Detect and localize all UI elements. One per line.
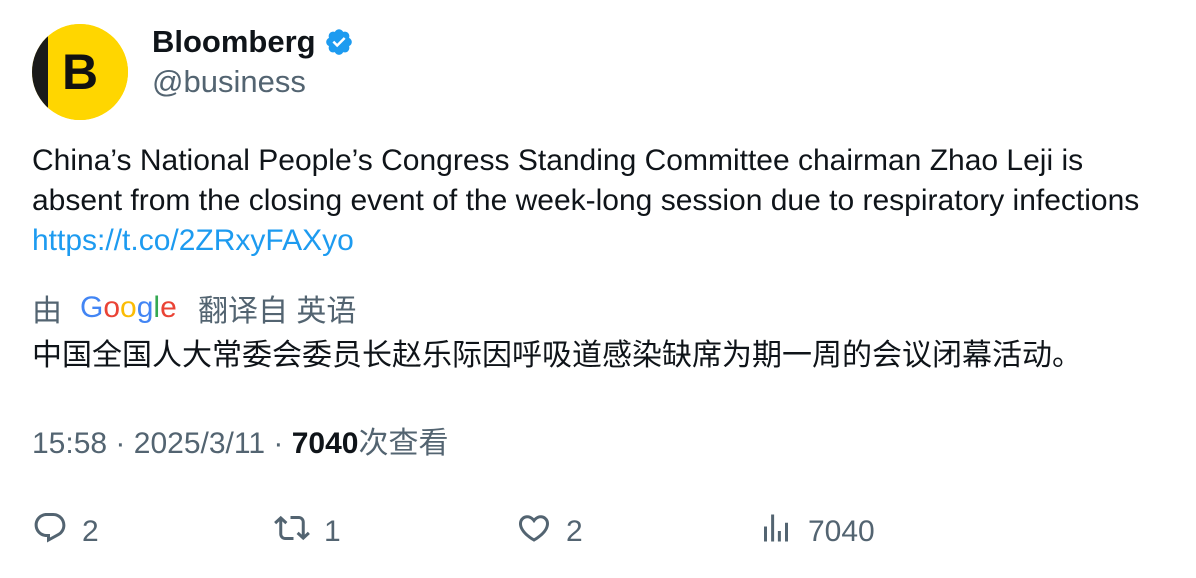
translation-attribution: 由 Google 翻译自 英语 — [32, 288, 356, 328]
like-count: 2 — [566, 515, 583, 548]
views-label: 次查看 — [358, 427, 449, 460]
tweet-body: China’s National People’s Congress Stand… — [32, 144, 1140, 217]
retweet-icon — [274, 510, 310, 554]
tweet-date[interactable]: 2025/3/11 — [134, 427, 265, 460]
author-handle[interactable]: @business — [152, 64, 306, 100]
views-button[interactable]: 7040 — [758, 510, 875, 554]
heart-icon — [516, 510, 552, 554]
meta-separator: · — [115, 427, 126, 460]
google-logo-icon: Google — [80, 290, 178, 326]
meta-separator: · — [273, 427, 284, 460]
verified-badge-icon[interactable] — [324, 27, 354, 57]
avatar-letter: B — [61, 44, 99, 100]
author-name-row: Bloomberg — [152, 22, 354, 62]
svg-text:Google: Google — [80, 291, 177, 324]
reply-button[interactable]: 2 — [32, 510, 99, 554]
views-count: 7040 — [291, 427, 359, 460]
tweet-text: China’s National People’s Congress Stand… — [32, 141, 1172, 261]
retweet-button[interactable]: 1 — [274, 510, 341, 554]
author-name[interactable]: Bloomberg — [152, 24, 316, 60]
reply-count: 2 — [82, 515, 99, 548]
like-button[interactable]: 2 — [516, 510, 583, 554]
translated-text: 中国全国人大常委会委员长赵乐际因呼吸道感染缺席为期一周的会议闭幕活动。 — [32, 339, 1082, 372]
views-action-count: 7040 — [808, 515, 875, 548]
translation-suffix: 翻译自 英语 — [198, 295, 357, 328]
translation-prefix: 由 — [32, 295, 62, 328]
tweet-link[interactable]: https://t.co/2ZRxyFAXyo — [32, 224, 354, 257]
analytics-icon — [758, 510, 794, 554]
reply-icon — [32, 510, 68, 554]
tweet-meta: 15:58 · 2025/3/11 · 7040次查看 — [32, 424, 448, 464]
retweet-count: 1 — [324, 515, 341, 548]
author-avatar[interactable]: B — [32, 24, 128, 120]
tweet-time[interactable]: 15:58 — [32, 427, 107, 460]
